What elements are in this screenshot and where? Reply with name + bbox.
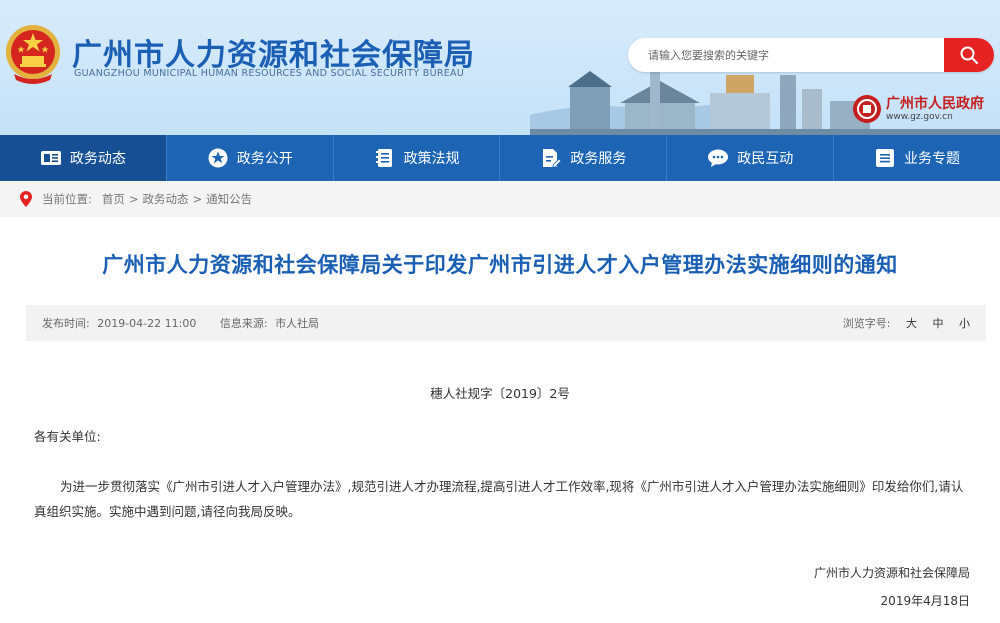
source-label: 信息来源: <box>219 317 268 330</box>
nav-item-policy[interactable]: 政策法规 <box>334 135 501 181</box>
search-input[interactable] <box>628 38 948 72</box>
publish-time-label: 发布时间: <box>42 317 90 330</box>
search-icon <box>960 46 979 65</box>
gov-name: 广州市人民政府 <box>886 95 984 112</box>
signature-date: 2019年4月18日 <box>880 594 970 608</box>
search-box <box>628 38 994 72</box>
gz-government-link[interactable]: 广州市人民政府 www.gz.gov.cn <box>852 94 984 124</box>
breadcrumb-level2[interactable]: 通知公告 <box>206 191 252 207</box>
breadcrumb-level1[interactable]: 政务动态 <box>143 191 189 207</box>
news-icon <box>40 147 62 169</box>
article-title: 广州市人力资源和社会保障局关于印发广州市引进人才入户管理办法实施细则的通知 <box>102 253 898 277</box>
font-size-small-button[interactable]: 小 <box>959 317 970 330</box>
nav-label: 政务动态 <box>69 151 126 167</box>
breadcrumb-separator: > <box>192 192 203 206</box>
nav-label: 政策法规 <box>403 151 460 167</box>
gov-url: www.gz.gov.cn <box>886 111 953 122</box>
search-button[interactable] <box>944 38 994 72</box>
chat-icon <box>707 147 729 169</box>
site-header: 广州市人力资源和社会保障局 GUANGZHOU MUNICIPAL HUMAN … <box>0 0 1000 135</box>
article-meta-bar: 发布时间: 2019-04-22 11:00 信息来源: 市人社局 浏览字号: … <box>26 305 986 341</box>
document-number: 穗人社规字〔2019〕2号 <box>430 386 570 401</box>
list-icon <box>874 147 896 169</box>
gz-government-logo-icon <box>853 95 881 123</box>
nav-item-disclosure[interactable]: 政务公开 <box>167 135 334 181</box>
book-icon <box>374 147 396 169</box>
nav-item-services[interactable]: 政务服务 <box>500 135 668 181</box>
font-size-label: 浏览字号: <box>842 317 891 330</box>
font-size-medium-button[interactable]: 中 <box>933 317 944 330</box>
nav-item-topics[interactable]: 业务专题 <box>834 135 1000 181</box>
nav-item-interaction[interactable]: 政民互动 <box>667 135 835 181</box>
nav-label: 政务服务 <box>570 151 627 167</box>
breadcrumb: 当前位置: 首页 > 政务动态 > 通知公告 <box>0 181 1000 217</box>
national-emblem-icon <box>6 25 60 84</box>
breadcrumb-home[interactable]: 首页 <box>102 191 125 207</box>
document-edit-icon <box>540 147 562 169</box>
signature-organization: 广州市人力资源和社会保障局 <box>813 566 970 580</box>
publish-time-value: 2019-04-22 11:00 <box>97 317 197 330</box>
site-subtitle: GUANGZHOU MUNICIPAL HUMAN RESOURCES AND … <box>74 68 465 79</box>
font-size-large-button[interactable]: 大 <box>906 317 917 330</box>
nav-label: 政民互动 <box>737 151 794 167</box>
star-icon <box>207 147 229 169</box>
salutation: 各有关单位: <box>34 429 101 444</box>
nav-label: 业务专题 <box>904 151 961 167</box>
breadcrumb-prefix: 当前位置: <box>42 192 92 206</box>
location-pin-icon <box>20 191 32 207</box>
nav-item-news[interactable]: 政务动态 <box>0 135 167 181</box>
article-body: 为进一步贯彻落实《广州市引进人才入户管理办法》,规范引进人才办理流程,提高引进人… <box>34 479 964 519</box>
breadcrumb-separator: > <box>128 192 139 206</box>
nav-label: 政务公开 <box>236 151 293 167</box>
source-value: 市人社局 <box>275 317 320 330</box>
main-nav: 政务动态 政务公开 政策法规 政务服务 政民互动 业务专题 <box>0 135 1000 181</box>
